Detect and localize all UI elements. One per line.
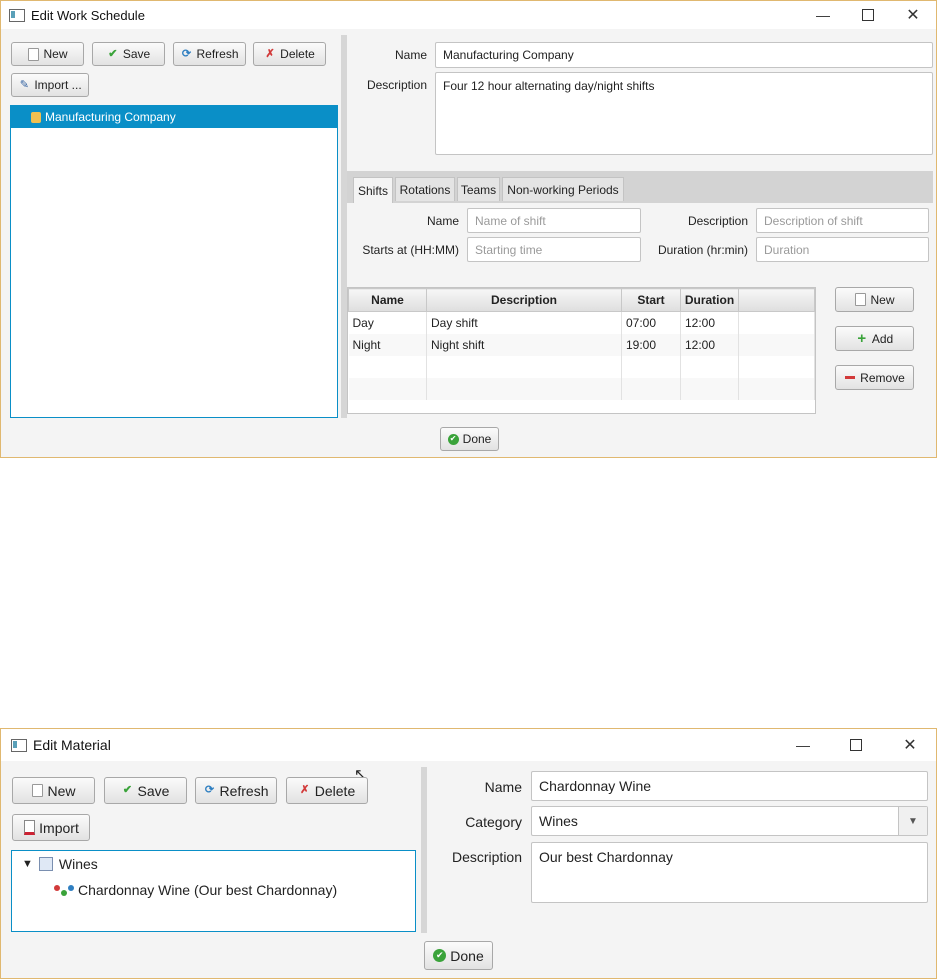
- refresh-button[interactable]: ⟳ Refresh: [195, 777, 277, 804]
- description-label: Description: [451, 849, 522, 865]
- category-label: Category: [465, 814, 522, 830]
- dropdown-arrow-icon[interactable]: ▼: [898, 807, 927, 835]
- window-title: Edit Work Schedule: [31, 7, 145, 23]
- shift-description-label: Description: [687, 214, 748, 228]
- shift-name-label: Name: [426, 214, 459, 228]
- description-field[interactable]: Our best Chardonnay: [531, 842, 928, 903]
- name-label: Name: [484, 779, 522, 795]
- schedule-tree[interactable]: Manufacturing Company: [10, 105, 338, 418]
- cell-start: 07:00: [621, 311, 681, 334]
- done-button[interactable]: ✔ Done: [424, 941, 493, 970]
- cell-duration: 12:00: [680, 311, 739, 334]
- table-header-row: Name Description Start Duration: [348, 288, 815, 312]
- cell-description: Day shift: [426, 311, 622, 334]
- refresh-icon: ⟳: [181, 47, 192, 60]
- material-icon: [54, 884, 74, 896]
- duration-input[interactable]: Duration: [756, 237, 929, 262]
- close-button[interactable]: ✕: [891, 1, 935, 29]
- new-document-icon: [27, 47, 39, 61]
- save-button[interactable]: ✔ Save: [104, 777, 187, 804]
- minimize-button[interactable]: —: [781, 729, 825, 761]
- tree-item-material[interactable]: Chardonnay Wine (Our best Chardonnay): [12, 877, 415, 903]
- save-button[interactable]: ✔ Save: [92, 42, 165, 66]
- work-schedule-window: Edit Work Schedule — ✕ New ✔ Save ⟳ Refr…: [0, 0, 937, 458]
- description-label: Description: [366, 78, 427, 92]
- cell-start: 19:00: [621, 334, 681, 356]
- name-field[interactable]: Manufacturing Company: [435, 42, 933, 68]
- done-button[interactable]: ✔ Done: [440, 427, 499, 451]
- cell-description: Night shift: [426, 334, 622, 356]
- column-header-filler: [738, 288, 815, 312]
- tab-teams[interactable]: Teams: [457, 177, 500, 201]
- delete-button[interactable]: ✗ Delete: [286, 777, 368, 804]
- maximize-button[interactable]: [834, 729, 878, 761]
- app-icon: [11, 738, 27, 752]
- material-tree[interactable]: ▼ Wines Chardonnay Wine (Our best Chardo…: [11, 850, 416, 932]
- tree-item-category[interactable]: ▼ Wines: [12, 851, 415, 877]
- cell-duration: 12:00: [680, 334, 739, 356]
- app-icon: [9, 8, 25, 22]
- tab-non-working-periods[interactable]: Non-working Periods: [502, 177, 624, 201]
- tree-item-selected[interactable]: Manufacturing Company: [11, 106, 337, 128]
- new-document-icon: [854, 293, 866, 306]
- category-combobox[interactable]: Wines ▼: [531, 806, 928, 836]
- duration-label: Duration (hr:min): [657, 243, 748, 257]
- column-header-start[interactable]: Start: [621, 288, 681, 312]
- expand-triangle-icon[interactable]: ▼: [22, 858, 33, 870]
- schedule-icon: [31, 111, 41, 123]
- cell-name: Day: [348, 311, 427, 334]
- delete-x-icon: ✗: [300, 784, 310, 796]
- shifts-table[interactable]: Name Description Start Duration Day Day …: [347, 287, 816, 414]
- column-header-description[interactable]: Description: [426, 288, 622, 312]
- starts-at-input[interactable]: Starting time: [467, 237, 641, 262]
- column-header-name[interactable]: Name: [348, 288, 427, 312]
- refresh-button[interactable]: ⟳ Refresh: [173, 42, 246, 66]
- plus-icon: +: [857, 330, 867, 347]
- shift-new-button[interactable]: New: [835, 287, 914, 312]
- import-button[interactable]: ✎ Import ...: [11, 73, 89, 97]
- name-label: Name: [394, 48, 427, 62]
- delete-x-icon: ✗: [265, 47, 275, 60]
- cell-name: Night: [348, 334, 427, 356]
- title-bar: Edit Work Schedule: [1, 1, 936, 29]
- shift-name-input[interactable]: Name of shift: [467, 208, 641, 233]
- checkmark-icon: ✔: [108, 47, 118, 60]
- minus-icon: [844, 372, 856, 384]
- shift-add-button[interactable]: + Add: [835, 326, 914, 351]
- check-circle-icon: ✔: [433, 949, 447, 962]
- import-button[interactable]: Import: [12, 814, 90, 841]
- checkmark-icon: ✔: [122, 784, 133, 796]
- description-field[interactable]: Four 12 hour alternating day/night shift…: [435, 72, 933, 155]
- shift-description-input[interactable]: Description of shift: [756, 208, 929, 233]
- tab-rotations[interactable]: Rotations: [395, 177, 455, 201]
- delete-button[interactable]: ✗ Delete: [253, 42, 326, 66]
- tab-shifts[interactable]: Shifts: [353, 177, 393, 203]
- column-header-duration[interactable]: Duration: [680, 288, 739, 312]
- import-icon: [23, 820, 35, 835]
- starts-at-label: Starts at (HH:MM): [362, 243, 459, 257]
- table-row-empty: [348, 378, 815, 400]
- check-circle-icon: ✔: [447, 433, 459, 445]
- shift-remove-button[interactable]: Remove: [835, 365, 914, 390]
- table-row[interactable]: Day Day shift 07:00 12:00: [348, 311, 815, 334]
- refresh-icon: ⟳: [204, 784, 215, 796]
- table-row-empty: [348, 356, 815, 378]
- category-folder-icon: [38, 857, 53, 871]
- pencil-icon: ✎: [19, 78, 29, 91]
- new-button[interactable]: New: [12, 777, 95, 804]
- maximize-button[interactable]: [846, 1, 890, 29]
- table-row[interactable]: Night Night shift 19:00 12:00: [348, 334, 815, 356]
- material-window: Edit Material — ✕ ↖ New ✔ Save ⟳ Refresh…: [0, 728, 937, 979]
- minimize-button[interactable]: —: [801, 1, 845, 29]
- new-document-icon: [31, 784, 43, 797]
- new-button[interactable]: New: [11, 42, 84, 66]
- close-button[interactable]: ✕: [888, 729, 932, 761]
- window-title: Edit Material: [33, 737, 111, 753]
- name-field[interactable]: Chardonnay Wine: [531, 771, 928, 801]
- split-divider[interactable]: [421, 767, 427, 933]
